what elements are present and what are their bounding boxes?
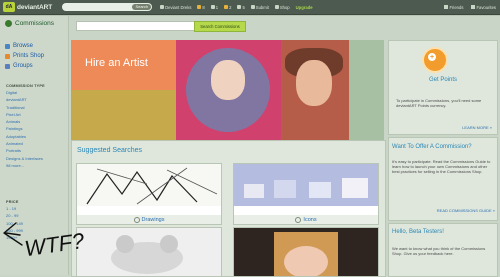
title-divider bbox=[0, 15, 500, 16]
top-bar: dA deviantART Search Deviant Dreks 8 1 2… bbox=[0, 0, 500, 15]
prints-icon bbox=[5, 53, 10, 59]
top-nav-username[interactable]: Deviant Dreks bbox=[160, 5, 191, 10]
icons-thumbnail bbox=[234, 164, 378, 206]
list-item[interactable]: Digital bbox=[6, 89, 43, 96]
banner-tile-dragon: Hire an Artist bbox=[71, 40, 176, 140]
top-nav-shop[interactable]: Shop bbox=[274, 5, 290, 10]
portrait-face bbox=[296, 60, 332, 106]
wtf-annotation: WTF? bbox=[3, 222, 87, 261]
list-item[interactable]: Traditional bbox=[6, 104, 43, 111]
search-icon bbox=[133, 216, 140, 223]
top-nav-notices[interactable]: 1 bbox=[210, 5, 218, 10]
character-face bbox=[211, 60, 245, 100]
portrait-thumbnail bbox=[234, 228, 378, 276]
learn-more-link[interactable]: LEARN MORE » bbox=[462, 125, 492, 130]
top-nav: Deviant Dreks 8 1 2 5 Submit Shop Upgrad… bbox=[160, 5, 313, 10]
top-right-links: Friends Favourites bbox=[444, 0, 496, 14]
favourites-link[interactable]: Favourites bbox=[471, 5, 496, 10]
commissions-title[interactable]: Commissions bbox=[5, 20, 54, 27]
list-item[interactable]: Portraits bbox=[6, 147, 43, 154]
shop-icon bbox=[274, 5, 279, 10]
beta-testers-title: Hello, Beta Testers! bbox=[392, 229, 444, 235]
plus-icon: + bbox=[428, 53, 436, 61]
commissions-icon bbox=[5, 20, 12, 27]
groups-icon bbox=[5, 63, 10, 69]
beta-testers-text: We want to know what you think of the Co… bbox=[392, 246, 486, 257]
offer-commission-title: Want To Offer A Commission? bbox=[392, 144, 472, 150]
icons-pixel-art bbox=[234, 164, 378, 206]
wtf-text: WTF? bbox=[23, 228, 87, 261]
list-item[interactable]: deviantART bbox=[6, 96, 43, 103]
get-points-text: To participate in Commissions, you'll ne… bbox=[396, 98, 482, 108]
sidebar-item-browse[interactable]: Browse bbox=[5, 41, 44, 51]
browse-icon bbox=[5, 43, 10, 49]
list-item[interactable]: 98 more... bbox=[6, 162, 43, 169]
search-icon bbox=[295, 216, 302, 223]
list-item[interactable]: Pixel Art bbox=[6, 111, 43, 118]
list-item[interactable]: Paintings bbox=[6, 125, 43, 132]
read-commissions-guide-link[interactable]: READ COMMISSIONS GUIDE » bbox=[437, 208, 495, 213]
logo-mark: dA bbox=[3, 2, 15, 12]
list-item[interactable]: Designs & Interfaces bbox=[6, 155, 43, 162]
price-heading: PRICE bbox=[6, 200, 19, 204]
portrait-art bbox=[234, 228, 378, 276]
deviation-icon bbox=[224, 5, 229, 10]
deviantart-logo[interactable]: dA deviantART bbox=[3, 2, 52, 12]
dragon-art bbox=[71, 90, 176, 140]
star-icon bbox=[471, 5, 476, 10]
upgrade-link[interactable]: Upgrade bbox=[296, 5, 313, 10]
search-commissions-button[interactable]: Search Commissions bbox=[194, 21, 246, 32]
sidebar-nav: Browse Prints Shop Groups bbox=[5, 41, 44, 71]
drawings-thumbnail bbox=[77, 164, 221, 206]
points-coin-icon: + bbox=[422, 47, 448, 73]
watch-icon bbox=[237, 5, 242, 10]
logo-text: deviantART bbox=[17, 3, 53, 11]
card-icons[interactable]: Icons bbox=[233, 163, 379, 225]
site-search-button[interactable]: Search bbox=[132, 4, 152, 10]
suggested-searches-title: Suggested Searches bbox=[77, 147, 142, 154]
notice-icon bbox=[210, 5, 215, 10]
hire-an-artist-banner[interactable]: Hire an Artist bbox=[71, 40, 384, 140]
top-nav-watch[interactable]: 5 bbox=[237, 5, 245, 10]
commission-type-list: Digital deviantART Traditional Pixel Art… bbox=[6, 89, 43, 169]
user-icon bbox=[160, 5, 165, 10]
commission-type-heading: COMMISSION TYPE bbox=[6, 84, 45, 88]
drawings-sketch bbox=[77, 164, 221, 206]
commissions-title-label: Commissions bbox=[15, 20, 55, 27]
banner-tile-sketch bbox=[349, 40, 384, 140]
message-icon bbox=[197, 5, 202, 10]
submit-icon bbox=[250, 5, 255, 10]
top-nav-deviations[interactable]: 2 bbox=[224, 5, 231, 10]
top-nav-messages[interactable]: 8 bbox=[197, 5, 205, 10]
list-item[interactable]: Adoptables bbox=[6, 133, 43, 140]
get-points-title[interactable]: Get Points bbox=[389, 77, 497, 83]
top-nav-submit[interactable]: Submit bbox=[250, 5, 269, 10]
list-item[interactable]: Animated bbox=[6, 140, 43, 147]
list-item[interactable]: Animals bbox=[6, 118, 43, 125]
friends-icon bbox=[444, 5, 449, 10]
hire-an-artist-label: Hire an Artist bbox=[85, 57, 148, 69]
card-portrait[interactable] bbox=[233, 227, 379, 277]
sidebar-item-groups[interactable]: Groups bbox=[5, 61, 44, 71]
icons-caption[interactable]: Icons bbox=[234, 215, 378, 224]
sidebar-item-prints-shop[interactable]: Prints Shop bbox=[5, 51, 44, 61]
offer-commission-text: It's easy to participate. Read the Commi… bbox=[392, 159, 491, 175]
get-points-box: + Get Points To participate in Commissio… bbox=[388, 40, 498, 135]
friends-link[interactable]: Friends bbox=[444, 5, 463, 10]
offer-commission-box: Want To Offer A Commission? It's easy to… bbox=[388, 137, 498, 221]
beta-testers-box: Hello, Beta Testers! We want to know wha… bbox=[388, 223, 498, 277]
site-search-input[interactable]: Search bbox=[62, 3, 153, 11]
